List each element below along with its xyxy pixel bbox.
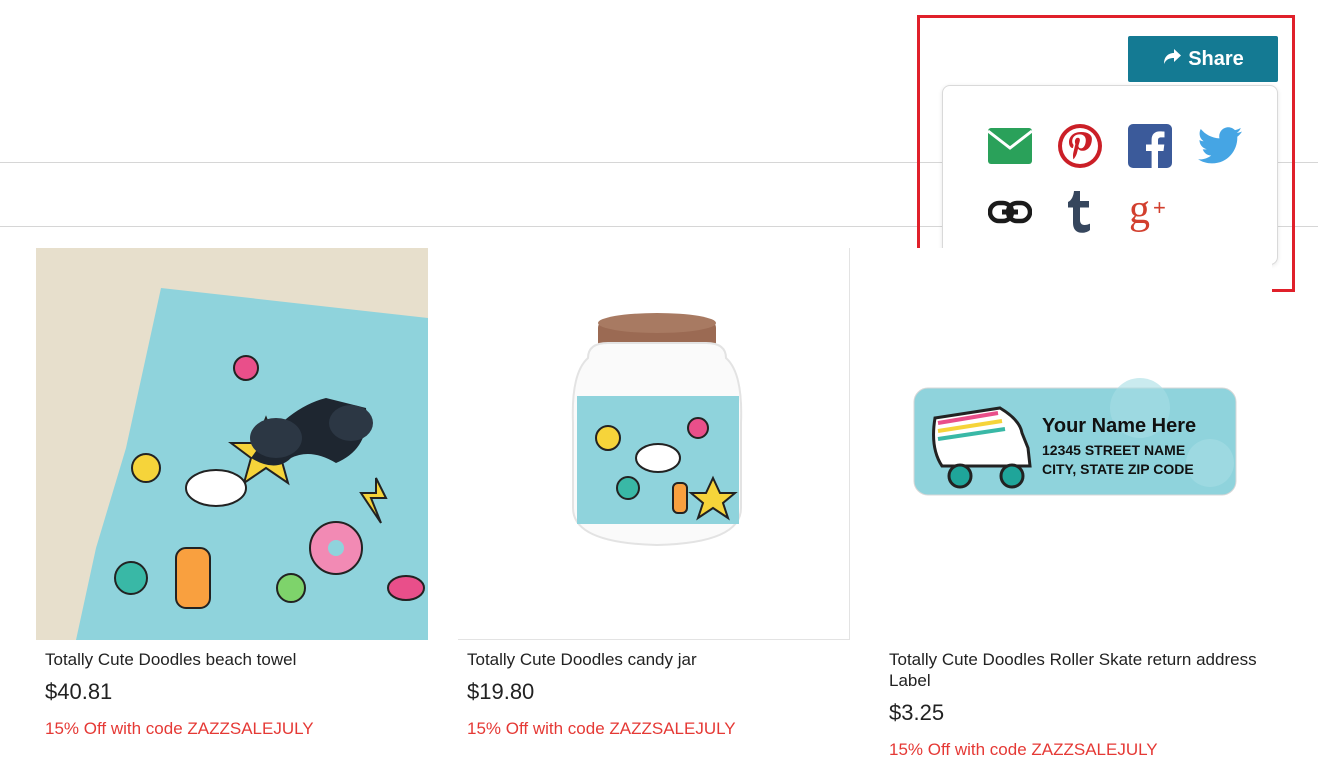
google-plus-icon[interactable]: g +: [1127, 189, 1173, 235]
facebook-icon[interactable]: [1127, 123, 1173, 169]
product-promo: 15% Off with code ZAZZSALEJULY: [467, 719, 736, 738]
link-icon[interactable]: [987, 189, 1033, 235]
share-popover: g +: [942, 85, 1278, 274]
label-street: 12345 STREET NAME: [1042, 442, 1185, 458]
product-title[interactable]: Totally Cute Doodles beach towel: [45, 649, 428, 670]
share-arrow-icon: [1162, 46, 1182, 72]
product-price: $40.81: [45, 679, 113, 704]
twitter-icon[interactable]: [1197, 123, 1243, 169]
tumblr-icon[interactable]: [1057, 189, 1103, 235]
product-promo: 15% Off with code ZAZZSALEJULY: [45, 719, 314, 738]
product-price: $3.25: [889, 700, 945, 725]
product-card[interactable]: Totally Cute Doodles beach towel $40.81 …: [36, 248, 428, 739]
product-title[interactable]: Totally Cute Doodles Roller Skate return…: [889, 649, 1272, 691]
product-title[interactable]: Totally Cute Doodles candy jar: [467, 649, 850, 670]
label-name: Your Name Here: [1042, 415, 1196, 437]
product-image-return-label[interactable]: Your Name Here 12345 STREET NAME CITY, S…: [880, 248, 1272, 640]
svg-text:g: g: [1129, 189, 1150, 233]
svg-text:+: +: [1153, 195, 1166, 220]
pinterest-icon[interactable]: [1057, 123, 1103, 169]
product-image-beach-towel[interactable]: [36, 248, 428, 640]
label-city: CITY, STATE ZIP CODE: [1042, 461, 1194, 477]
share-button[interactable]: Share: [1128, 36, 1278, 82]
email-icon[interactable]: [987, 123, 1033, 169]
product-price: $19.80: [467, 679, 535, 704]
product-card[interactable]: Your Name Here 12345 STREET NAME CITY, S…: [880, 248, 1272, 760]
product-card[interactable]: Totally Cute Doodles candy jar $19.80 15…: [458, 248, 850, 739]
share-button-label: Share: [1188, 47, 1244, 70]
product-image-candy-jar[interactable]: [458, 248, 850, 640]
product-promo: 15% Off with code ZAZZSALEJULY: [889, 740, 1158, 759]
